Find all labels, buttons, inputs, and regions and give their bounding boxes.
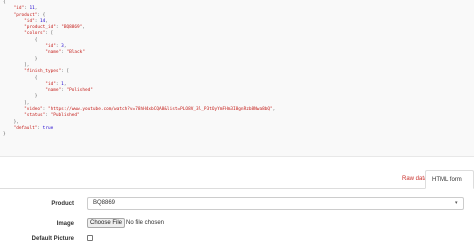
default-picture-row: Default Picture: [0, 231, 474, 247]
product-select-value: BQ8869: [93, 200, 116, 206]
product-select[interactable]: BQ8869 ▾: [87, 197, 464, 210]
format-tabs: Raw data HTML form: [0, 170, 474, 189]
chevron-down-icon: ▾: [455, 200, 458, 206]
tab-html-form[interactable]: HTML form: [425, 170, 474, 189]
default-picture-label: Default Picture: [31, 236, 74, 242]
json-line: }: [3, 132, 6, 138]
file-status-text: No file chosen: [126, 220, 165, 226]
product-row: Product BQ8869 ▾: [0, 196, 474, 212]
product-label: Product: [51, 201, 74, 207]
default-picture-checkbox[interactable]: [87, 235, 93, 241]
image-label: Image: [56, 221, 74, 227]
image-row: Image Choose File No file chosen: [0, 216, 474, 232]
json-response-viewer: { "id": 11, "product": { "id": 14, "prod…: [0, 0, 474, 157]
choose-file-button[interactable]: Choose File: [87, 218, 126, 228]
